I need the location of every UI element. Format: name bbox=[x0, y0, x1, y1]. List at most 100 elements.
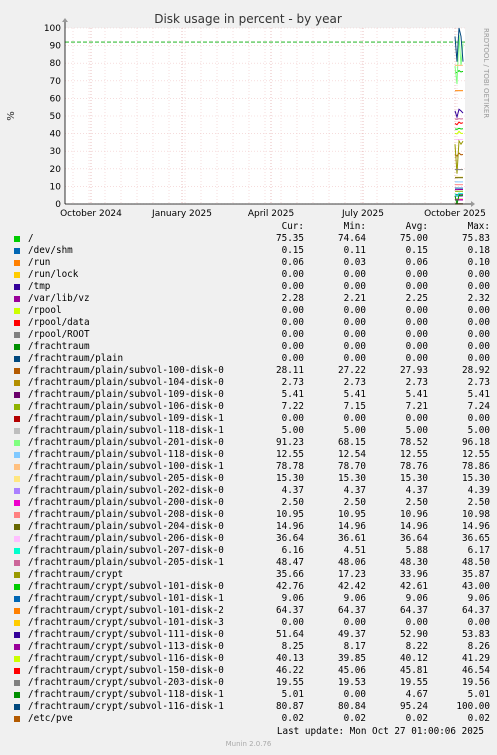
legend-swatch bbox=[14, 536, 20, 542]
legend-min-value: 42.42 bbox=[338, 581, 366, 592]
legend-row: /frachtraum/plain/subvol-207-disk-0 6.16 4… bbox=[12, 545, 490, 557]
legend-swatch bbox=[14, 644, 20, 650]
legend-series-name: /frachtraum/crypt/subvol-101-disk-2 bbox=[28, 605, 224, 616]
legend-min-value: 45.06 bbox=[338, 665, 366, 676]
legend-max-value: 9.06 bbox=[467, 593, 490, 604]
legend-series-name: /frachtraum/crypt/subvol-116-disk-0 bbox=[28, 653, 224, 664]
legend-row: /frachtraum/plain/subvol-205-disk-1 48.47… bbox=[12, 557, 490, 569]
legend-cur-value: 42.76 bbox=[276, 581, 304, 592]
legend-series-name: /dev/shm bbox=[28, 245, 73, 256]
legend-series-name: /frachtraum/plain/subvol-104-disk-0 bbox=[28, 377, 224, 388]
legend-row: /frachtraum/plain/subvol-100-disk-1 78.78… bbox=[12, 461, 490, 473]
legend-avg-value: 5.00 bbox=[405, 425, 428, 436]
legend-cur-value: 12.55 bbox=[276, 449, 304, 460]
legend-row: /rpool/data 0.00 0.00 0.00 0.00 bbox=[12, 317, 490, 329]
legend-row: /frachtraum/crypt/subvol-203-disk-0 19.55… bbox=[12, 677, 490, 689]
legend-min-value: 36.61 bbox=[338, 533, 366, 544]
legend-series-name: /frachtraum/plain/subvol-100-disk-0 bbox=[28, 365, 224, 376]
legend-cur-value: 8.25 bbox=[281, 641, 304, 652]
legend-row: /frachtraum/crypt/subvol-116-disk-0 40.13… bbox=[12, 653, 490, 665]
legend-max-value: 14.96 bbox=[462, 521, 490, 532]
legend-avg-value: 19.55 bbox=[400, 677, 428, 688]
legend-row: /rpool 0.00 0.00 0.00 0.00 bbox=[12, 305, 490, 317]
legend-cur-value: 7.22 bbox=[281, 401, 304, 412]
legend-row: /frachtraum/plain/subvol-204-disk-0 14.96… bbox=[12, 521, 490, 533]
legend-series-name: /frachtraum/crypt/subvol-101-disk-0 bbox=[28, 581, 224, 592]
legend-swatch bbox=[14, 680, 20, 686]
legend-max-value: 0.00 bbox=[467, 317, 490, 328]
legend-row: / 75.35 74.64 75.00 75.83 bbox=[12, 233, 490, 245]
legend-avg-value: 9.06 bbox=[405, 593, 428, 604]
legend-max-value: 2.50 bbox=[467, 497, 490, 508]
legend-min-value: 12.54 bbox=[338, 449, 366, 460]
legend-series-name: /frachtraum/crypt/subvol-116-disk-1 bbox=[28, 701, 224, 712]
legend-series-name: /frachtraum/plain/subvol-118-disk-0 bbox=[28, 449, 224, 460]
legend-cur-value: 0.00 bbox=[281, 281, 304, 292]
x-tick-label: January 2025 bbox=[151, 209, 212, 219]
legend-row: /frachtraum/crypt/subvol-116-disk-1 80.87… bbox=[12, 701, 490, 713]
legend-min-value: 74.64 bbox=[338, 233, 366, 244]
legend-row: /frachtraum/plain/subvol-118-disk-0 12.55… bbox=[12, 449, 490, 461]
legend-swatch bbox=[14, 692, 20, 698]
legend-cur-value: 64.37 bbox=[276, 605, 304, 616]
legend-swatch bbox=[14, 656, 20, 662]
x-tick-label: October 2024 bbox=[60, 209, 122, 219]
legend-swatch bbox=[14, 332, 20, 338]
legend-min-value: 64.37 bbox=[338, 605, 366, 616]
legend-max-value: 75.83 bbox=[462, 233, 490, 244]
legend-row: /frachtraum/plain/subvol-206-disk-0 36.64… bbox=[12, 533, 490, 545]
legend-max-value: 35.87 bbox=[462, 569, 490, 580]
legend-avg-value: 40.12 bbox=[400, 653, 428, 664]
legend-cur-value: 0.00 bbox=[281, 353, 304, 364]
legend-cur-value: 75.35 bbox=[276, 233, 304, 244]
legend-max-value: 4.39 bbox=[467, 485, 490, 496]
legend-max-value: 100.00 bbox=[456, 701, 490, 712]
legend-min-value: 0.00 bbox=[343, 413, 366, 424]
legend-avg-value: 48.30 bbox=[400, 557, 428, 568]
legend-row: /frachtraum/plain 0.00 0.00 0.00 0.00 bbox=[12, 353, 490, 365]
legend-cur-value: 80.87 bbox=[276, 701, 304, 712]
legend-swatch bbox=[14, 320, 20, 326]
legend-min-value: 0.00 bbox=[343, 317, 366, 328]
legend-series-name: /frachtraum/plain/subvol-200-disk-0 bbox=[28, 497, 224, 508]
legend-row: /frachtraum/plain/subvol-201-disk-0 91.23… bbox=[12, 437, 490, 449]
legend-max-value: 5.41 bbox=[467, 389, 490, 400]
legend-min-value: 17.23 bbox=[338, 569, 366, 580]
legend-min-value: 2.21 bbox=[343, 293, 366, 304]
legend-series-name: /frachtraum/crypt/subvol-113-disk-0 bbox=[28, 641, 224, 652]
legend-min-value: 0.00 bbox=[343, 269, 366, 280]
legend-series-name: /frachtraum/crypt/subvol-111-disk-0 bbox=[28, 629, 224, 640]
legend-series-name: /frachtraum/crypt/subvol-101-disk-3 bbox=[28, 617, 224, 628]
legend-cur-value: 0.00 bbox=[281, 329, 304, 340]
legend-min-value: 68.15 bbox=[338, 437, 366, 448]
y-tick-label: 30 bbox=[50, 147, 62, 157]
y-tick-label: 40 bbox=[50, 130, 62, 140]
legend-row: /frachtraum/crypt/subvol-113-disk-0 8.25 8… bbox=[12, 641, 490, 653]
legend-series-name: /run/lock bbox=[28, 269, 79, 280]
legend-avg-value: 15.30 bbox=[400, 473, 428, 484]
legend-swatch bbox=[14, 236, 20, 242]
legend-max-value: 0.18 bbox=[467, 245, 490, 256]
legend-cur-value: 35.66 bbox=[276, 569, 304, 580]
x-tick-label: October 2025 bbox=[424, 209, 486, 219]
legend-cur-value: 46.22 bbox=[276, 665, 304, 676]
legend-avg-value: 36.64 bbox=[400, 533, 428, 544]
legend-swatch bbox=[14, 716, 20, 722]
legend-swatch bbox=[14, 548, 20, 554]
legend-cur-value: 2.73 bbox=[281, 377, 304, 388]
legend-max-value: 8.26 bbox=[467, 641, 490, 652]
legend-avg-value: 0.00 bbox=[405, 269, 428, 280]
legend-row: /frachtraum/crypt 35.66 17.23 33.96 35.87 bbox=[12, 569, 490, 581]
legend-min-value: 4.51 bbox=[343, 545, 366, 556]
legend-row: /frachtraum/plain/subvol-106-disk-0 7.22 7… bbox=[12, 401, 490, 413]
legend-avg-value: 0.00 bbox=[405, 341, 428, 352]
legend-min-value: 14.96 bbox=[338, 521, 366, 532]
legend-series-name: /var/lib/vz bbox=[28, 293, 90, 304]
legend-cur-value: 5.41 bbox=[281, 389, 304, 400]
legend-max-value: 0.00 bbox=[467, 617, 490, 628]
legend-series-name: /rpool/ROOT bbox=[28, 329, 90, 340]
y-axis-arrow bbox=[62, 18, 68, 22]
legend-swatch bbox=[14, 620, 20, 626]
x-tick-label: July 2025 bbox=[341, 209, 384, 219]
legend-swatch bbox=[14, 464, 20, 470]
